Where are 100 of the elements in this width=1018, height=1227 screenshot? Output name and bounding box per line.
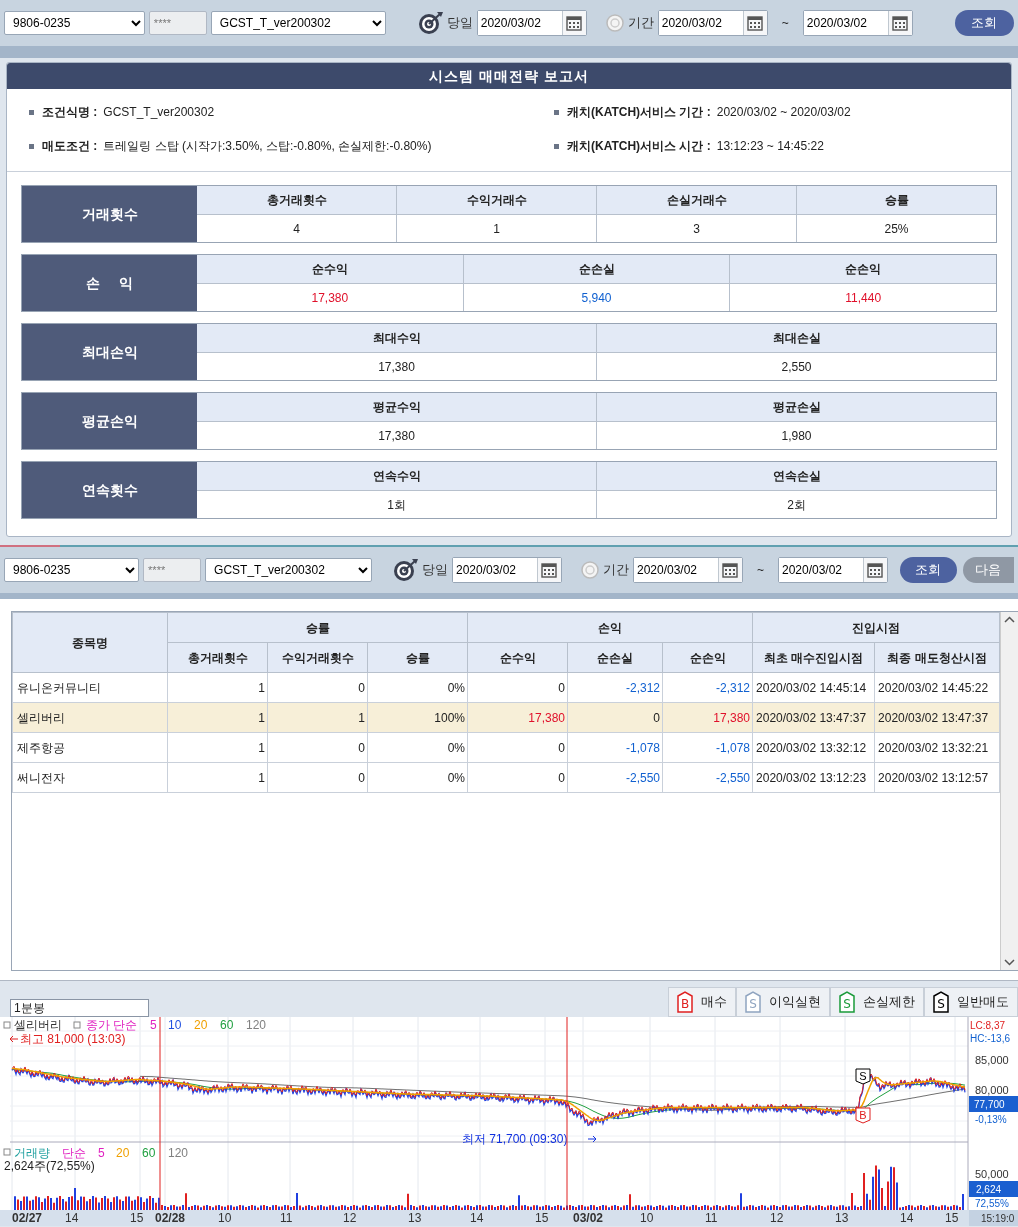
toggle-icon: [3, 1148, 11, 1156]
time-label: 15:19:0: [981, 1213, 1015, 1224]
range-separator: ~: [756, 562, 764, 579]
table-cell: 1: [167, 672, 268, 703]
toggle-icon: [73, 1021, 81, 1029]
value-cell-text: 2회: [786, 496, 807, 514]
search-button[interactable]: 조회: [954, 10, 1014, 36]
period-label: 20: [116, 1146, 130, 1160]
timeframe-tab[interactable]: 1분봉: [10, 999, 149, 1017]
table-cell: 100%: [367, 702, 468, 733]
time-label: 10: [640, 1211, 654, 1225]
info-label: 조건식명 :: [42, 105, 98, 119]
table-cell: 0: [267, 732, 368, 763]
info-value: 트레일링 스탑 (시작가:3.50%, 스탑:-0.80%, 손실제한:-0.80%): [103, 139, 432, 153]
table-cell: 2020/03/02 13:32:12: [752, 732, 875, 763]
calendar-button[interactable]: [561, 11, 586, 35]
table-cell: 0: [467, 762, 568, 793]
value-cell-text: 17,380: [377, 358, 416, 376]
strategy-select[interactable]: GCST_T_ver200302: [205, 558, 372, 582]
password-field[interactable]: ****: [143, 558, 202, 582]
table-cell: 1: [267, 702, 368, 733]
mode-label: 기간: [627, 14, 654, 33]
period-label: 5: [98, 1146, 105, 1160]
table-cell: 셀리버리: [12, 702, 168, 733]
calendar-button[interactable]: [863, 558, 887, 582]
date-field[interactable]: 2020/03/02: [632, 557, 743, 583]
account-select[interactable]: 9806-0235: [4, 558, 140, 582]
mode-label: 당일: [446, 14, 473, 33]
calendar-button[interactable]: [717, 558, 742, 582]
time-label: 14: [470, 1211, 484, 1225]
value-cell-text: 17,380: [310, 289, 350, 307]
date-field[interactable]: 2020/03/02: [476, 10, 587, 36]
calendar-button[interactable]: [742, 11, 767, 35]
date-field[interactable]: 2020/03/02: [451, 557, 562, 583]
time-label: 02/28: [155, 1211, 186, 1225]
column-header: 평균수익: [197, 393, 596, 422]
column-header: 승률: [167, 612, 468, 643]
table-cell: 0: [467, 672, 568, 703]
bullet-icon: [554, 110, 559, 116]
group-label: 거래횟수: [22, 186, 197, 242]
password-field[interactable]: ****: [148, 11, 207, 35]
legend-label: 매수: [701, 993, 727, 1012]
time-label: 11: [705, 1211, 718, 1225]
table-cell: -1,078: [567, 732, 663, 763]
table-cell: 2020/03/02 13:32:21: [874, 732, 1000, 763]
time-label: 02/27: [12, 1211, 43, 1225]
bullet-icon: [554, 144, 559, 150]
value-cell-text: 2,550: [780, 358, 813, 376]
period-label: 120: [246, 1018, 267, 1032]
range-separator: ~: [781, 15, 789, 32]
column-header: 수익거래수: [397, 186, 596, 215]
period-label: 60: [142, 1146, 156, 1160]
bullet-icon: [29, 110, 34, 116]
value-cell-text: 1: [492, 220, 501, 238]
date-field[interactable]: 2020/03/02: [657, 10, 768, 36]
table-cell: 제주항공: [12, 732, 168, 763]
signal-marker: S: [855, 1068, 871, 1085]
column-header: 총거래횟수: [167, 642, 268, 673]
table-cell: 유니온커뮤니티: [12, 672, 168, 703]
time-tag: [969, 1210, 1018, 1226]
group-label: 손 익: [22, 255, 197, 311]
mode-label: 기간: [602, 561, 629, 580]
time-label: 11: [280, 1211, 293, 1225]
axis-label: 80,000: [975, 1084, 1009, 1096]
high-price-label: 최고 81,000 (13:03): [20, 1032, 126, 1046]
search-button[interactable]: 조회: [900, 557, 957, 583]
axis-label: HC:-13,6: [970, 1033, 1010, 1044]
arrow-icon: [587, 1135, 597, 1143]
table-cell: 1: [167, 762, 268, 793]
tag-icon: S: [839, 991, 855, 1013]
group-label: 최대손익: [22, 324, 197, 380]
calendar-button[interactable]: [536, 558, 561, 582]
column-header: 순손실: [463, 255, 730, 284]
scrollbar[interactable]: [1000, 612, 1018, 970]
account-select[interactable]: 9806-0235: [4, 11, 145, 35]
table-cell: 2020/03/02 14:45:14: [752, 672, 875, 703]
column-header: 최초 매수진입시점: [752, 642, 875, 673]
radio-icon[interactable]: [604, 13, 625, 33]
table-cell: 써니전자: [12, 762, 168, 793]
target-radio-icon[interactable]: [417, 11, 444, 35]
date-field[interactable]: 2020/03/02: [778, 557, 888, 583]
table-cell: 0: [267, 672, 368, 703]
table-cell: 2020/03/02 13:12:57: [874, 762, 1000, 793]
table-cell: 0%: [367, 732, 468, 763]
group-label: 연속횟수: [22, 462, 197, 518]
target-radio-icon[interactable]: [392, 558, 419, 582]
radio-icon[interactable]: [579, 560, 600, 580]
period-label: 60: [220, 1018, 234, 1032]
volume-note: 2,624주(72,55%): [4, 1159, 95, 1173]
value-cell-text: 3: [692, 220, 701, 238]
info-label: 매도조건 :: [42, 139, 98, 153]
strategy-select[interactable]: GCST_T_ver200302: [210, 11, 387, 35]
value-cell-text: 1회: [386, 496, 407, 514]
tag-icon: S: [745, 991, 761, 1013]
calendar-button[interactable]: [887, 11, 912, 35]
info-value: 13:12:23 ~ 14:45:22: [716, 139, 824, 153]
table-cell: 1: [167, 702, 268, 733]
time-label: 03/02: [573, 1211, 604, 1225]
table-cell: 0: [467, 732, 568, 763]
date-field[interactable]: 2020/03/02: [802, 10, 913, 36]
